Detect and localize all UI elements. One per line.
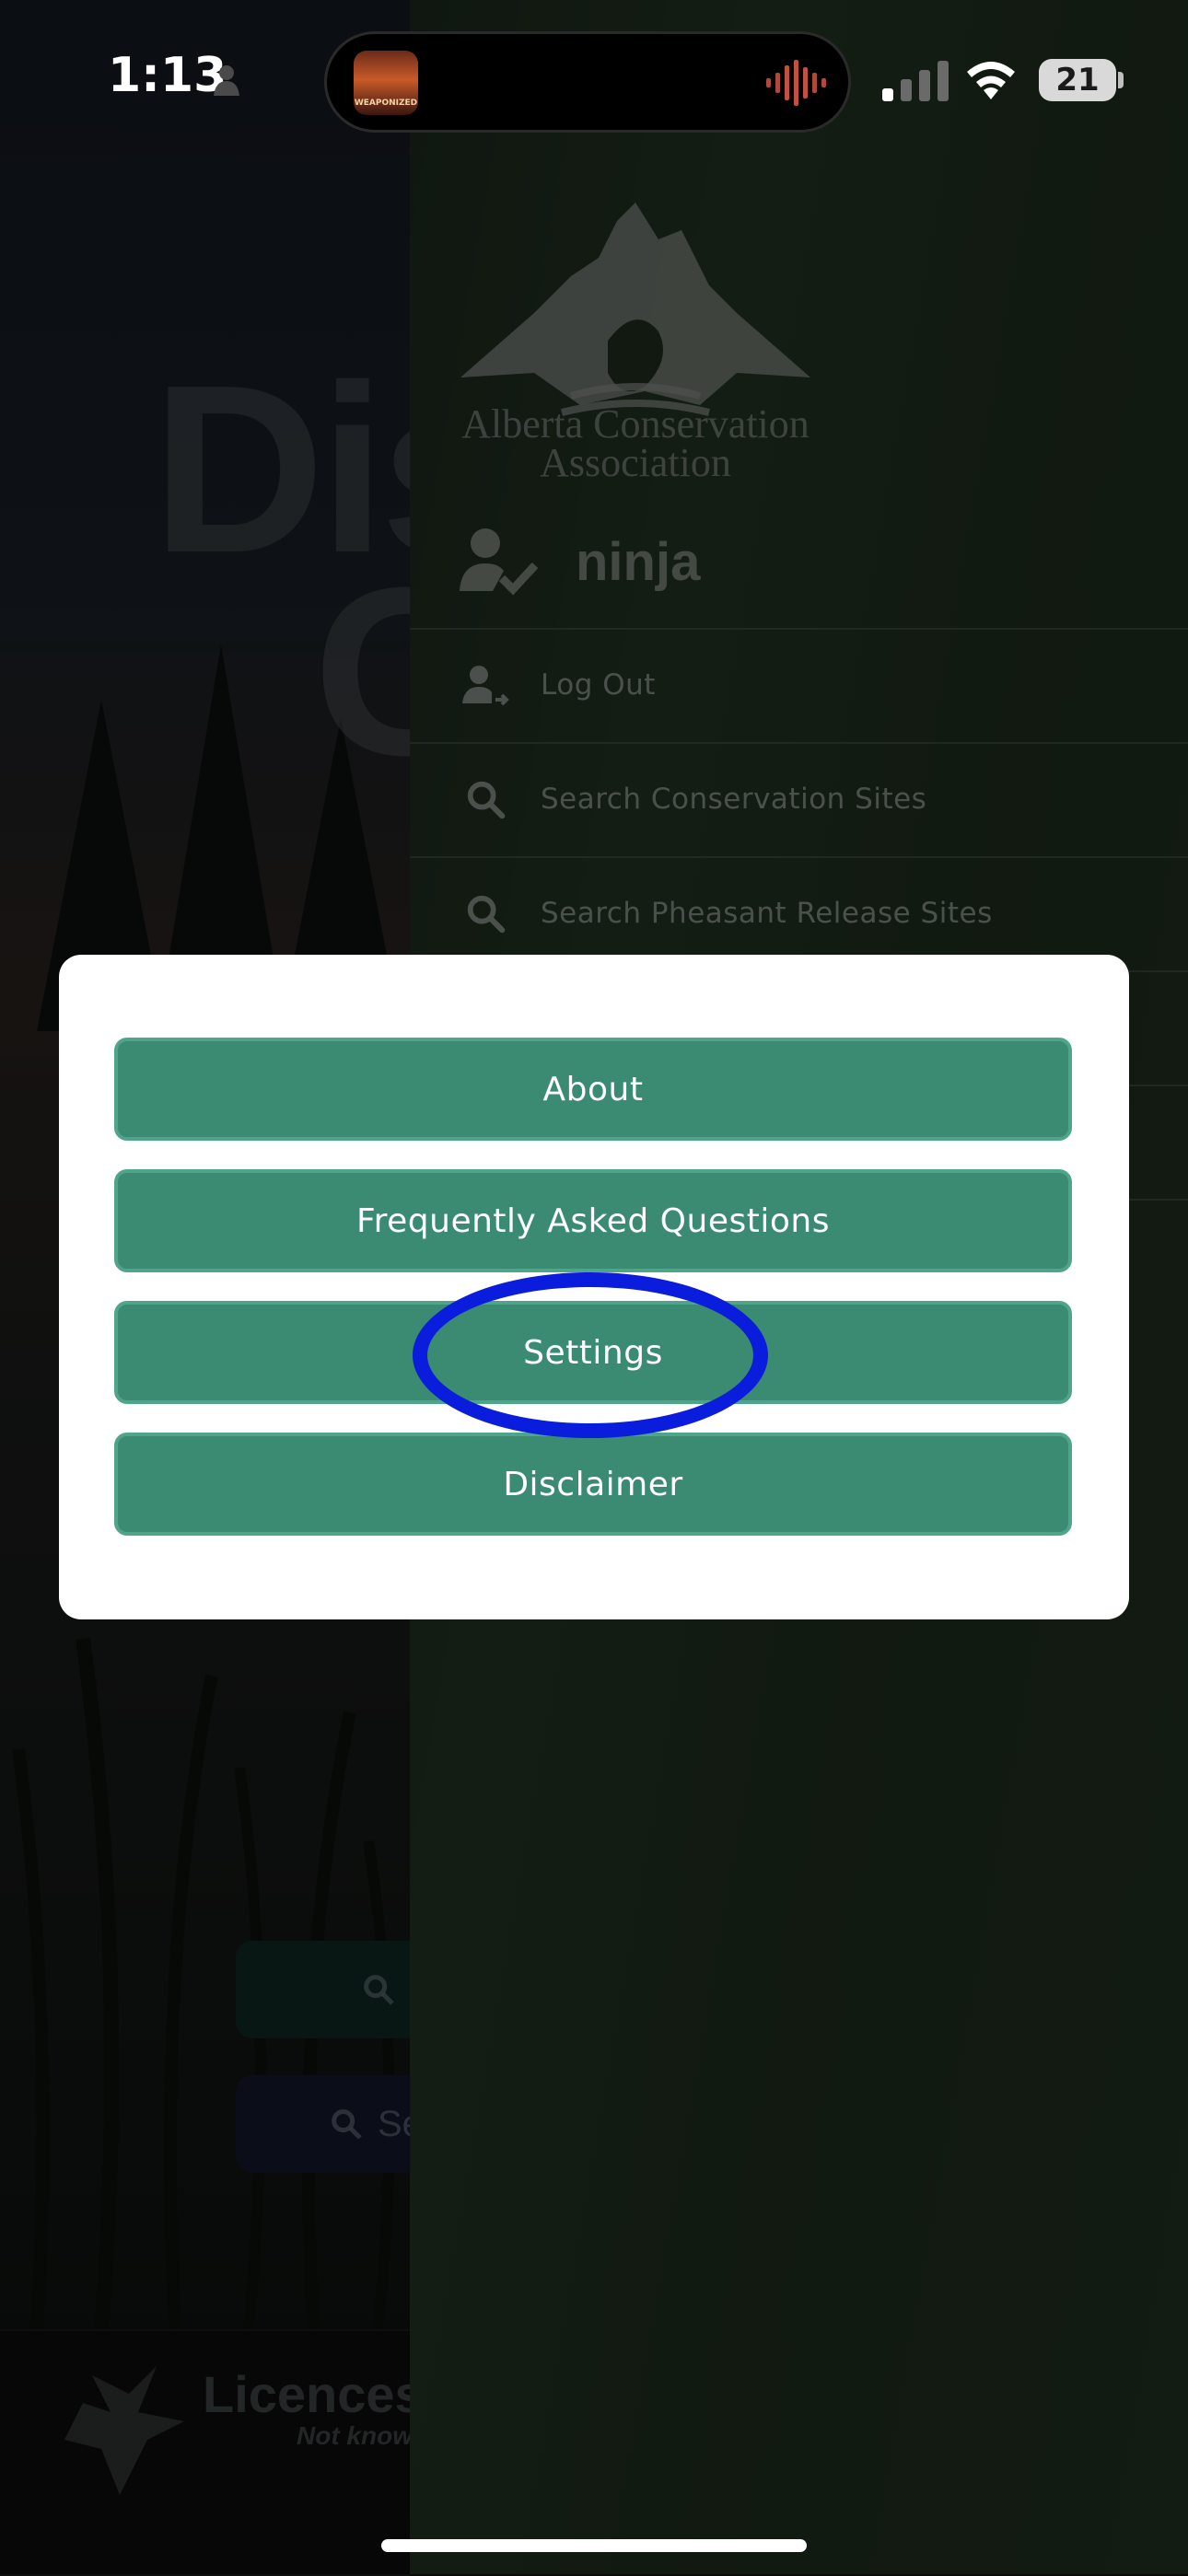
settings-button[interactable]: Settings bbox=[114, 1301, 1072, 1404]
focus-person-icon bbox=[214, 65, 239, 96]
battery-level: 21 bbox=[1055, 62, 1100, 99]
status-time: 1:13 bbox=[108, 48, 227, 103]
now-playing-artwork: WEAPONIZED bbox=[354, 51, 418, 115]
wifi-icon bbox=[967, 62, 1015, 99]
battery-tip bbox=[1118, 72, 1124, 88]
audio-waveform-icon bbox=[766, 60, 826, 106]
disclaimer-button[interactable]: Disclaimer bbox=[114, 1433, 1072, 1536]
home-indicator[interactable] bbox=[381, 2539, 807, 2552]
faq-button[interactable]: Frequently Asked Questions bbox=[114, 1169, 1072, 1272]
about-button[interactable]: About bbox=[114, 1038, 1072, 1141]
cellular-signal-icon bbox=[882, 61, 949, 101]
